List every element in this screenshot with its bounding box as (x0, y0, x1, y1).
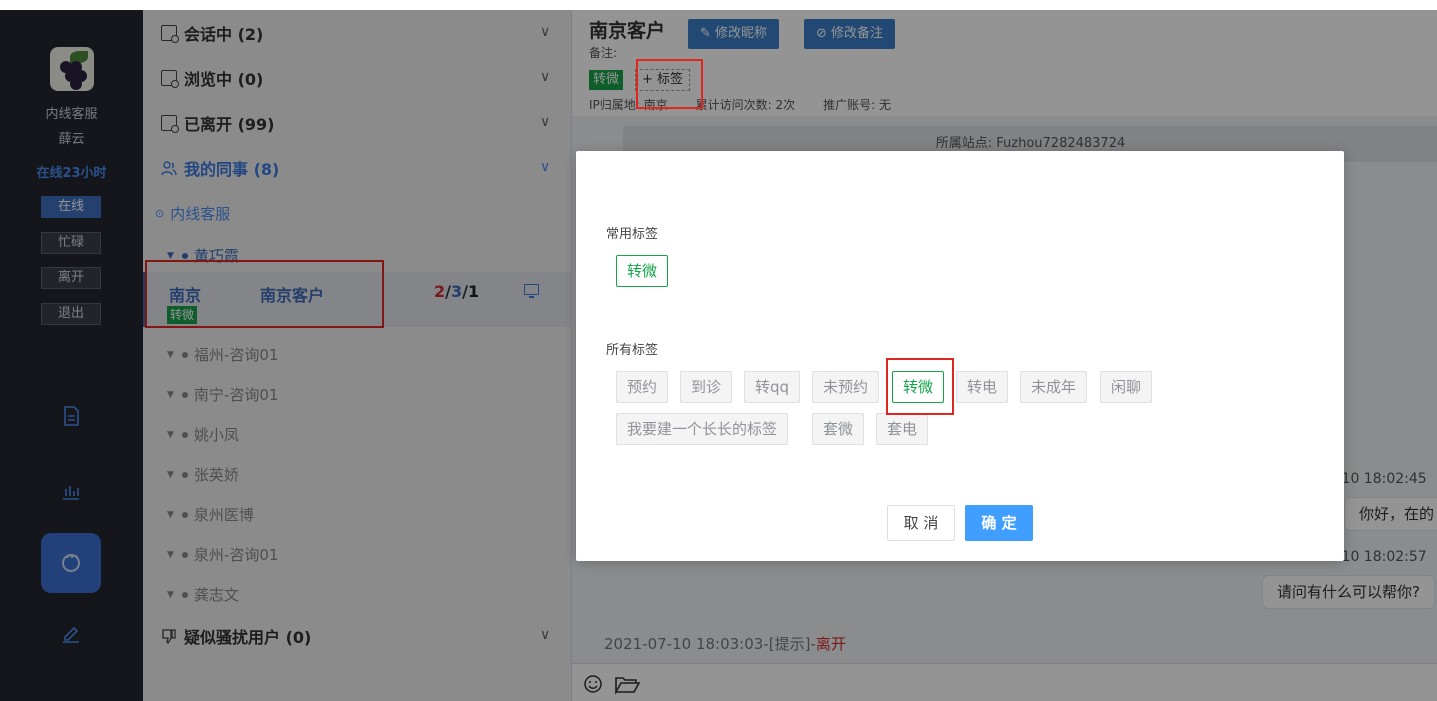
confirm-button[interactable]: 确 定 (965, 505, 1033, 541)
all-tags-label: 所有标签 (606, 343, 659, 358)
tag-option[interactable]: 转电 (956, 371, 1009, 403)
tag-option[interactable]: 未预约 (812, 371, 880, 403)
tag-option[interactable]: 未成年 (1020, 371, 1088, 403)
tag-option[interactable]: 套电 (876, 413, 929, 445)
tag-option[interactable]: 到诊 (680, 371, 733, 403)
common-tag[interactable]: 转微 (616, 255, 669, 287)
tag-option[interactable]: 我要建一个长长的标签 (616, 413, 789, 445)
cancel-button[interactable]: 取 消 (887, 505, 955, 541)
highlight-box (636, 59, 703, 109)
highlight-box (886, 358, 954, 415)
common-tags-label: 常用标签 (606, 227, 659, 242)
tag-option[interactable]: 闲聊 (1100, 371, 1153, 403)
tag-dialog: 常用标签 转微 所有标签 预约 到诊 转qq 未预约 转微 转电 未成年 闲聊 … (576, 151, 1344, 561)
tag-option[interactable]: 转qq (744, 371, 801, 403)
top-strip (0, 0, 1437, 10)
tag-option[interactable]: 预约 (616, 371, 669, 403)
tag-option[interactable]: 套微 (812, 413, 865, 445)
